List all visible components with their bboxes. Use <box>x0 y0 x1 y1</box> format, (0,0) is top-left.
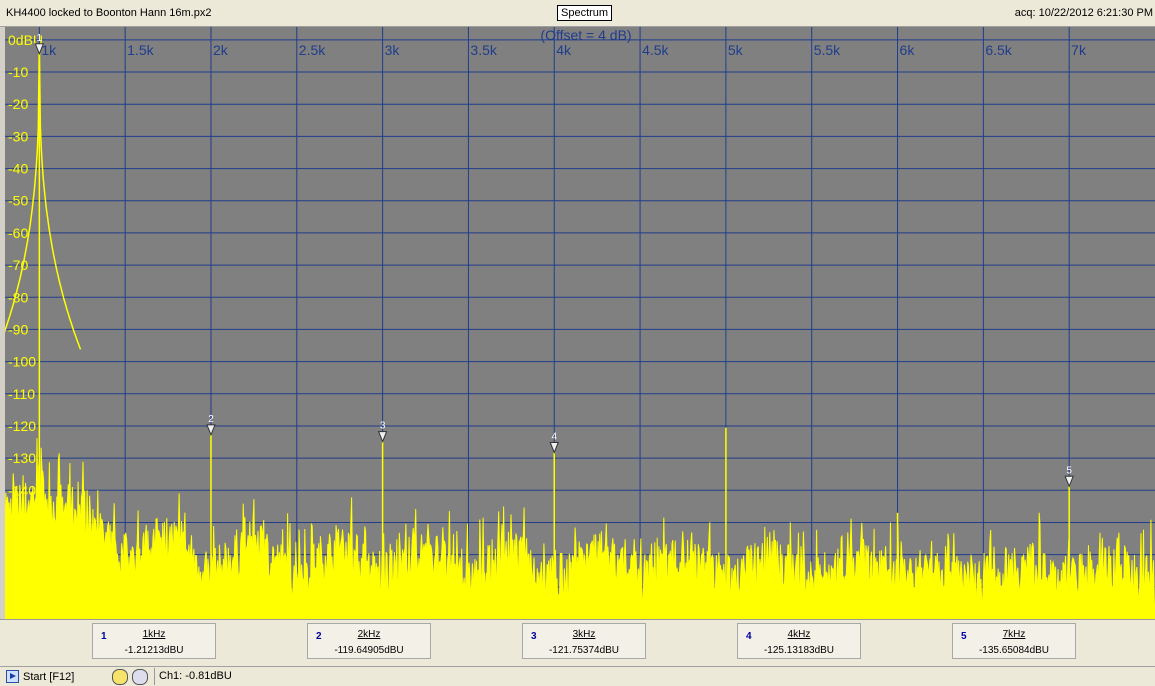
marker-readout-value: -1.21213dBU <box>124 645 184 656</box>
y-tick-label: -10 <box>8 64 28 80</box>
y-tick-label: -40 <box>8 161 28 177</box>
marker-readout-frequency: 2kHz <box>357 629 381 640</box>
y-tick-label: -170 <box>8 579 36 595</box>
y-tick-label: -20 <box>8 96 28 112</box>
x-tick-label: 2.5k <box>299 42 326 58</box>
x-tick-label: 1k <box>41 42 57 58</box>
start-button[interactable]: Start [F12] <box>6 669 74 684</box>
x-tick-label: 5k <box>728 42 744 58</box>
plot-background <box>5 27 1155 619</box>
y-tick-label: -160 <box>8 547 36 563</box>
marker-readout-value: -135.65084dBU <box>978 645 1050 656</box>
marker-readout[interactable]: 1 1kHz -1.21213dBU <box>92 623 216 659</box>
probe-icon[interactable] <box>132 669 148 685</box>
y-tick-label: -60 <box>8 225 28 241</box>
offset-note: (Offset = 4 dB) <box>540 27 631 43</box>
y-tick-label: -50 <box>8 193 28 209</box>
marker-readout-value: -125.13183dBU <box>763 645 835 656</box>
y-tick-label: -100 <box>8 354 36 370</box>
marker-number: 5 <box>1066 465 1072 476</box>
spectrum-view-button[interactable]: Spectrum <box>557 5 613 21</box>
x-tick-label: 5.5k <box>814 42 841 58</box>
x-tick-label: 4k <box>556 42 572 58</box>
marker-readout-frequency: 7kHz <box>1002 629 1026 640</box>
x-tick-label: 3.5k <box>470 42 497 58</box>
y-tick-label: -30 <box>8 128 28 144</box>
y-tick-label: -140 <box>8 482 36 498</box>
y-tick-label: -80 <box>8 289 28 305</box>
x-tick-label: 2k <box>213 42 229 58</box>
y-tick-label: -110 <box>8 386 35 402</box>
title-bar: KH4400 locked to Boonton Hann 16m.px2 Sp… <box>0 0 1155 27</box>
marker-readout-frequency: 1kHz <box>142 629 166 640</box>
marker-readout-value: -119.64905dBU <box>334 645 404 656</box>
status-bar: Start [F12] Ch1: -0.81dBU <box>0 666 1155 686</box>
y-tick-label: -150 <box>8 514 36 530</box>
x-tick-label: 1.5k <box>127 42 154 58</box>
x-tick-label: 6k <box>900 42 916 58</box>
x-tick-label: 4.5k <box>642 42 669 58</box>
start-label: Start [F12] <box>23 670 75 683</box>
y-tick-label: -130 <box>8 450 36 466</box>
spectrum-plot[interactable]: 1k 1.5k 2k 2.5k 3k 3.5k 4k 4.5k 5k 5.5k 6k 6.5k 7k0d… <box>5 27 1155 619</box>
x-tick-label: 7k <box>1071 42 1087 58</box>
marker-readout[interactable]: 2 2kHz -119.64905dBU <box>307 623 431 659</box>
window-title: KH4400 locked to Boonton Hann 16m.px2 <box>6 7 212 19</box>
gauge-icon[interactable] <box>112 669 128 685</box>
marker-number: 3 <box>380 421 386 432</box>
channel-readout: Ch1: -0.81dBU <box>154 668 232 685</box>
marker-readout[interactable]: 5 7kHz -135.65084dBU <box>952 623 1076 659</box>
marker-readout[interactable]: 3 3kHz -121.75374dBU <box>522 623 646 659</box>
marker-number: 4 <box>551 431 557 442</box>
acquisition-timestamp: acq: 10/22/2012 6:21:30 PM <box>1014 7 1153 19</box>
x-tick-label: 6.5k <box>985 42 1012 58</box>
y-tick-label: -70 <box>8 257 28 273</box>
x-tick-label: 3k <box>385 42 401 58</box>
marker-number: 2 <box>208 414 214 425</box>
y-tick-label: -120 <box>8 418 36 434</box>
marker-number: 1 <box>37 33 43 44</box>
marker-readout-panel: 1 1kHz -1.21213dBU 2 2kHz -119.64905dBU 3 3kHz -… <box>0 619 1155 666</box>
y-tick-label: -90 <box>8 321 28 337</box>
marker-readout-frequency: 3kHz <box>572 629 596 640</box>
marker-readout-value: -121.75374dBU <box>548 645 620 656</box>
play-icon <box>6 670 19 683</box>
marker-readout[interactable]: 4 4kHz -125.13183dBU <box>737 623 861 659</box>
marker-readout-frequency: 4kHz <box>787 629 811 640</box>
